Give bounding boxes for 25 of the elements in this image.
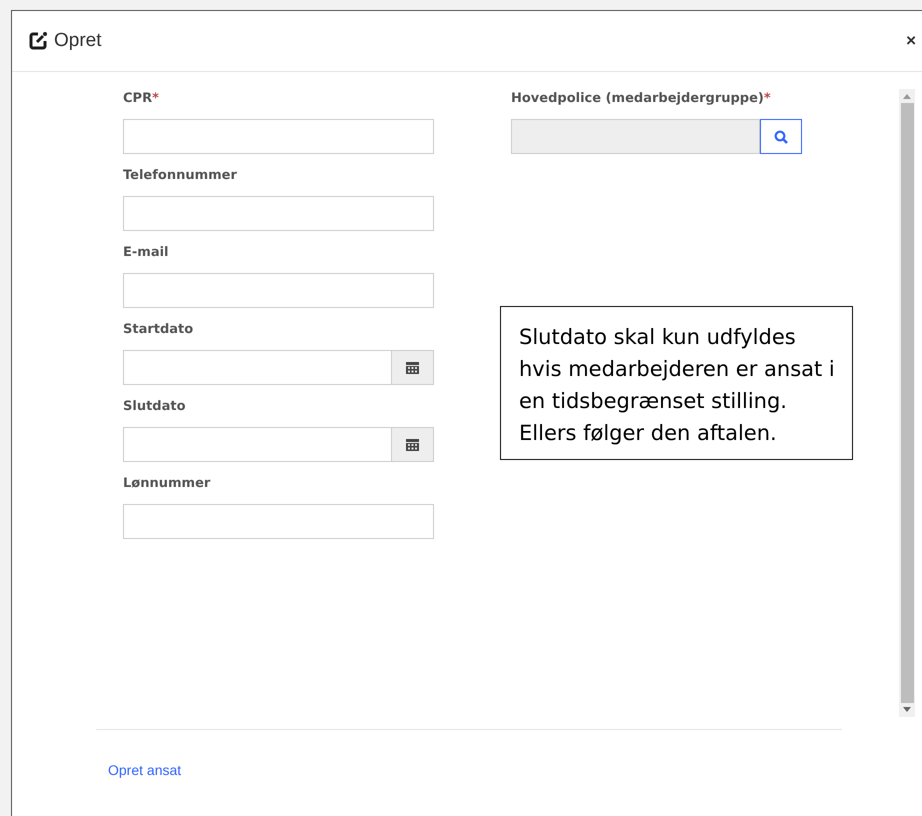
search-button[interactable] — [760, 119, 802, 154]
scrollbar[interactable] — [899, 89, 915, 717]
scroll-up-icon — [903, 94, 911, 99]
text-field[interactable] — [123, 119, 434, 154]
field-label: Hovedpolice (medarbejdergruppe)* — [511, 90, 772, 108]
field-label: Startdato — [123, 321, 194, 339]
field-label: CPR* — [123, 90, 160, 108]
date-field[interactable] — [123, 350, 434, 385]
calendar-icon — [406, 362, 419, 374]
field-label: Lønnummer — [123, 475, 212, 493]
close-button[interactable]: × — [906, 31, 916, 51]
field-label: Telefonnummer — [123, 167, 238, 185]
date-field[interactable] — [123, 427, 434, 462]
text-field[interactable] — [123, 504, 434, 539]
scroll-down-icon — [903, 707, 911, 712]
note-callout: Slutdato skal kun udfyldes hvis medarbejderen er ansat i en tidsbegrænset stilling. Ellers følger den aftalen. — [500, 306, 853, 460]
calendar-icon — [406, 438, 419, 450]
text-field[interactable] — [123, 273, 434, 308]
edit-icon — [28, 31, 48, 51]
field-label: E-mail — [123, 244, 170, 262]
dialog-title: Opret — [54, 30, 102, 52]
create-employee-link[interactable]: Opret ansat — [108, 762, 182, 778]
text-field[interactable] — [123, 196, 434, 231]
search-icon — [774, 130, 788, 144]
field-label: Slutdato — [123, 398, 187, 416]
